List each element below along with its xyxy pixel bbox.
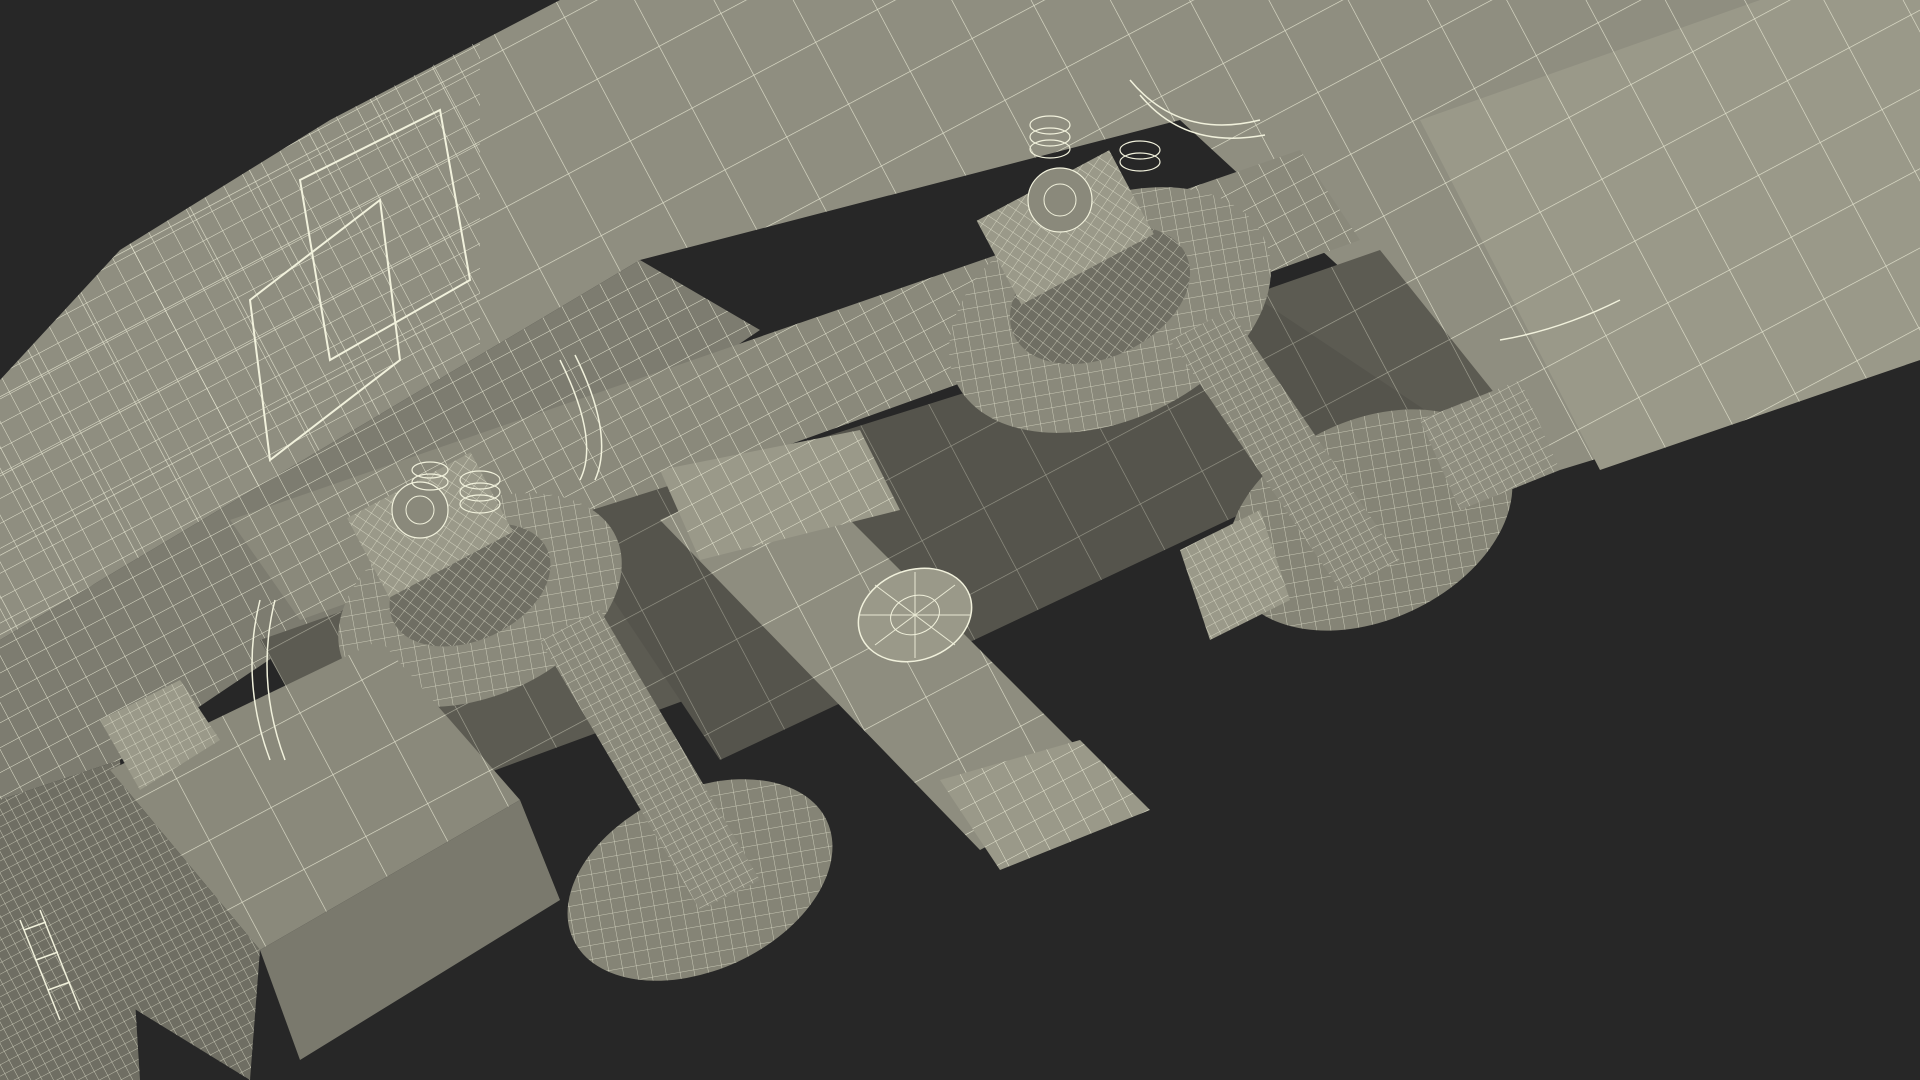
render-viewport: [0, 0, 1920, 1080]
wireframe-render: [0, 0, 1920, 1080]
